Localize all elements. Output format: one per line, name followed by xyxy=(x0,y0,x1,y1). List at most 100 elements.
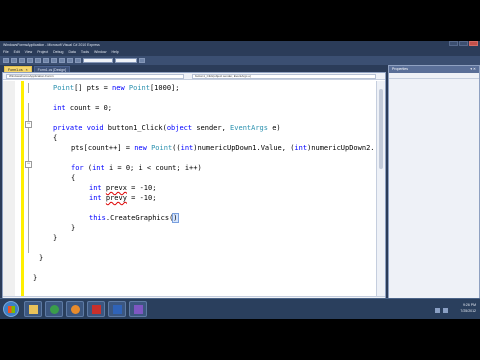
taskbar-explorer[interactable] xyxy=(24,301,42,317)
platform-select[interactable] xyxy=(115,58,137,63)
code-token: new xyxy=(134,144,147,152)
save-icon[interactable] xyxy=(19,58,25,63)
code-editor[interactable]: WindowsFormsApplication.Form1 button1_Cl… xyxy=(2,72,386,308)
code-token: e) xyxy=(267,124,281,132)
taskbar-media-player[interactable] xyxy=(66,301,84,317)
code-line[interactable]: for (int i = 0; i < count; i++) xyxy=(71,163,202,173)
properties-title: Properties xyxy=(392,67,408,71)
save-all-icon[interactable] xyxy=(27,58,33,63)
code-token: private xyxy=(53,124,83,132)
undo-icon[interactable] xyxy=(59,58,65,63)
code-token: = -10; xyxy=(126,194,157,202)
open-file-icon[interactable] xyxy=(11,58,17,63)
code-token: for xyxy=(71,164,84,172)
code-token: } xyxy=(33,274,38,282)
code-line[interactable]: int prevx = -10; xyxy=(89,183,156,193)
taskbar-word[interactable] xyxy=(108,301,126,317)
window-title: WindowsFormsApplication - Microsoft Visu… xyxy=(3,43,100,47)
windows-logo-icon xyxy=(8,306,15,313)
code-token: ) xyxy=(172,213,179,223)
start-debugging-icon[interactable] xyxy=(75,58,81,63)
find-icon[interactable] xyxy=(139,58,145,63)
code-token: Point xyxy=(128,84,150,92)
code-line[interactable]: this.CreateGraphics() xyxy=(89,213,179,223)
code-token: { xyxy=(53,134,58,142)
folder-icon xyxy=(29,305,38,314)
code-line[interactable]: } xyxy=(39,253,43,263)
menu-tools[interactable]: Tools xyxy=(81,49,89,56)
code-token: new xyxy=(112,84,125,92)
maximize-button[interactable] xyxy=(459,41,468,46)
code-token: [] pts = xyxy=(74,84,113,92)
code-token: } xyxy=(71,224,76,232)
system-tray: 9:26 PM 7/25/2012 xyxy=(416,302,476,316)
minimize-button[interactable] xyxy=(449,41,458,46)
code-line[interactable]: int prevy = -10; xyxy=(89,193,156,203)
standard-toolbar xyxy=(0,56,480,65)
code-token: this xyxy=(89,214,106,222)
collapse-block-icon[interactable]: − xyxy=(25,161,32,168)
code-token: int xyxy=(92,164,105,172)
properties-header: Properties ▾ ✕ xyxy=(389,66,479,73)
code-token: )numericUpDown2. xyxy=(307,144,375,152)
code-token: int xyxy=(294,144,308,152)
taskbar-acrobat[interactable] xyxy=(87,301,105,317)
code-token: = -10; xyxy=(126,184,157,192)
code-line[interactable]: Point[] pts = new Point[1000]; xyxy=(53,83,179,93)
network-icon[interactable] xyxy=(435,308,440,313)
start-button[interactable] xyxy=(3,301,19,317)
menu-edit[interactable]: Edit xyxy=(14,49,20,56)
close-button[interactable] xyxy=(469,41,478,46)
menu-bar: File Edit View Project Debug Data Tools … xyxy=(0,49,480,56)
code-token: pts[count++] = xyxy=(71,144,135,152)
pdf-icon xyxy=(92,305,101,314)
cut-icon[interactable] xyxy=(35,58,41,63)
code-line[interactable]: } xyxy=(71,223,75,233)
code-token: void xyxy=(86,124,104,132)
paste-icon[interactable] xyxy=(51,58,57,63)
vertical-scroll-thumb[interactable] xyxy=(379,89,383,169)
code-line[interactable]: } xyxy=(33,273,37,283)
menu-view[interactable]: View xyxy=(25,49,33,56)
class-dropdown[interactable]: WindowsFormsApplication.Form1 xyxy=(6,73,184,79)
code-line[interactable]: pts[count++] = new Point((int)numericUpD… xyxy=(71,143,375,153)
menu-help[interactable]: Help xyxy=(111,49,118,56)
menu-file[interactable]: File xyxy=(3,49,9,56)
member-dropdown[interactable]: button1_Click(object sender, EventArgs e… xyxy=(192,73,376,79)
pin-icon[interactable]: ▾ ✕ xyxy=(470,66,476,73)
menu-data[interactable]: Data xyxy=(68,49,75,56)
code-line[interactable]: } xyxy=(53,233,57,243)
media-player-icon xyxy=(71,305,80,314)
code-token: i = 0; i < count; i++) xyxy=(104,164,202,172)
code-line[interactable]: { xyxy=(71,173,75,183)
redo-icon[interactable] xyxy=(67,58,73,63)
code-token: Point xyxy=(151,144,173,152)
new-project-icon[interactable] xyxy=(3,58,9,63)
code-line[interactable]: int count = 0; xyxy=(53,103,112,113)
code-token: int xyxy=(89,194,102,202)
taskbar-visual-studio[interactable] xyxy=(129,301,147,317)
code-line[interactable]: private void button1_Click(object sender… xyxy=(53,123,281,133)
word-icon xyxy=(113,305,122,314)
configuration-select[interactable] xyxy=(83,58,113,63)
collapse-method-icon[interactable]: − xyxy=(25,121,32,128)
menu-debug[interactable]: Debug xyxy=(53,49,63,56)
vertical-scrollbar[interactable] xyxy=(376,81,385,297)
copy-icon[interactable] xyxy=(43,58,49,63)
taskbar: 9:26 PM 7/25/2012 xyxy=(0,298,480,319)
code-token: )numericUpDown1.Value, ( xyxy=(193,144,295,152)
code-token: int xyxy=(53,104,66,112)
properties-toolbar xyxy=(389,73,479,79)
menu-project[interactable]: Project xyxy=(37,49,48,56)
code-line[interactable]: { xyxy=(53,133,57,143)
volume-icon[interactable] xyxy=(443,308,448,313)
code-token: ( xyxy=(83,164,93,172)
tray-icons xyxy=(435,308,448,313)
taskbar-chrome[interactable] xyxy=(45,301,63,317)
code-area[interactable]: Point[] pts = new Point[1000]; int count … xyxy=(33,81,383,297)
code-token: count = 0; xyxy=(65,104,113,112)
menu-window[interactable]: Window xyxy=(94,49,106,56)
code-token: Point xyxy=(53,84,75,92)
visual-studio-icon xyxy=(134,305,143,314)
code-token: button1_Click( xyxy=(103,124,167,132)
